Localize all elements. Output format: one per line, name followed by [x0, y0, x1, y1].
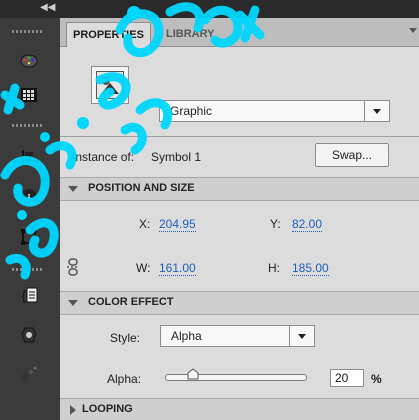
triangle-down-icon — [68, 186, 78, 192]
x-label: X: — [139, 217, 151, 231]
components-icon[interactable] — [20, 326, 38, 344]
dock-grip[interactable] — [12, 268, 42, 271]
dock-grip[interactable] — [12, 30, 42, 33]
section-color-effect[interactable]: COLOR EFFECT — [60, 291, 419, 315]
triangle-right-icon — [70, 405, 76, 415]
y-label: Y: — [270, 217, 281, 231]
style-label: Style: — [110, 331, 141, 345]
x-value[interactable]: 204.95 — [159, 218, 196, 232]
transform-icon[interactable] — [20, 228, 38, 246]
section-title: COLOR EFFECT — [88, 296, 174, 308]
triangle-down-icon — [68, 300, 78, 306]
instance-name: Symbol 1 — [151, 150, 202, 164]
dock-grip[interactable] — [12, 124, 42, 127]
section-position-and-size[interactable]: POSITION AND SIZE — [60, 177, 419, 201]
section-title: LOOPING — [82, 403, 133, 415]
alpha-input[interactable]: 20 — [330, 369, 364, 387]
properties-panel: PROPERTIES LIBRARY Graphic Instance of: … — [60, 0, 419, 420]
panel-title-bar — [60, 0, 419, 18]
paint-palette-icon[interactable] — [20, 52, 38, 70]
color-style-value: Alpha — [171, 329, 202, 343]
info-icon[interactable]: i — [20, 188, 38, 206]
alpha-unit: % — [371, 372, 382, 386]
w-value[interactable]: 161.00 — [159, 262, 196, 276]
tab-strip: PROPERTIES LIBRARY — [60, 18, 419, 47]
symbol-type-value: Graphic — [170, 104, 213, 118]
swatches-grid-icon[interactable] — [20, 86, 38, 104]
chevron-down-icon — [373, 109, 381, 114]
panel-dock: ◀◀ i { — [0, 0, 60, 420]
panel-menu-icon[interactable] — [409, 28, 417, 33]
link-constrain-icon[interactable] — [66, 258, 80, 276]
y-value[interactable]: 82.00 — [292, 218, 323, 232]
graphic-symbol-icon — [91, 66, 129, 104]
divider — [60, 136, 419, 137]
instance-of-label: Instance of: — [72, 150, 135, 164]
dock-header: ◀◀ — [0, 0, 60, 18]
tab-properties[interactable]: PROPERTIES — [66, 22, 151, 47]
code-snippets-icon[interactable]: { — [20, 286, 38, 304]
h-value[interactable]: 185.00 — [292, 262, 329, 276]
double-chevron-left-icon[interactable]: ◀◀ — [40, 2, 55, 13]
h-label: H: — [268, 261, 280, 275]
section-looping[interactable]: LOOPING — [60, 398, 419, 420]
color-style-select[interactable]: Alpha — [160, 325, 315, 347]
tab-library[interactable]: LIBRARY — [160, 22, 220, 46]
symbol-type-select[interactable]: Graphic — [159, 100, 390, 122]
alpha-slider-track[interactable] — [165, 374, 307, 381]
alpha-slider-thumb[interactable] — [187, 368, 199, 380]
alpha-label: Alpha: — [107, 372, 142, 386]
motion-presets-icon[interactable] — [20, 364, 38, 382]
align-icon[interactable] — [20, 148, 38, 166]
chevron-down-icon — [298, 334, 306, 339]
w-label: W: — [136, 261, 151, 275]
section-title: POSITION AND SIZE — [88, 182, 195, 194]
swap-button[interactable]: Swap... — [315, 143, 389, 167]
